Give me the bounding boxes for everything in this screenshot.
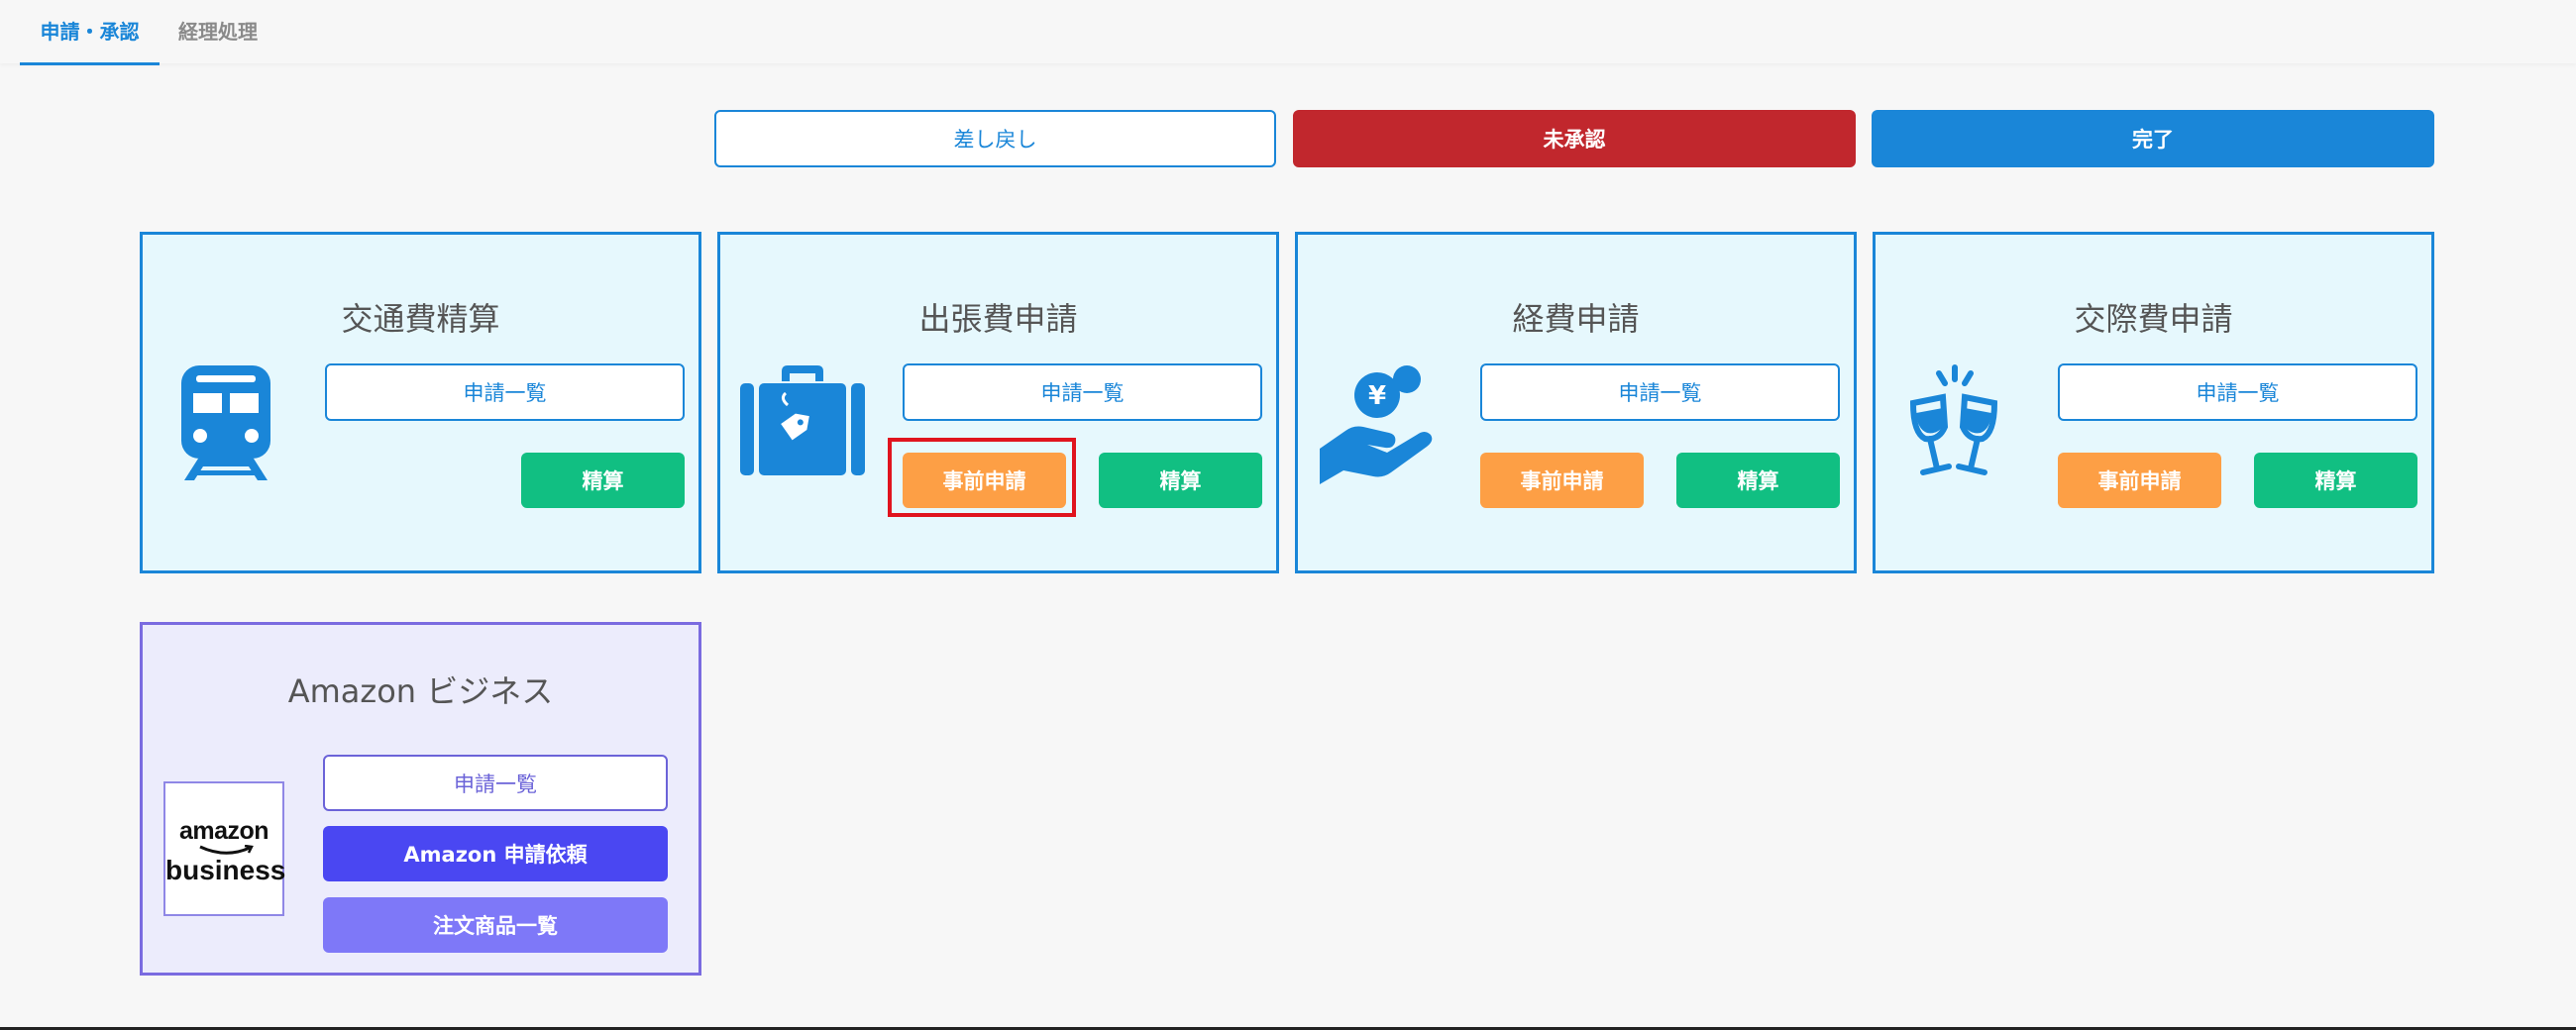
settle-button[interactable]: 精算: [1099, 453, 1262, 508]
tab-application-approval[interactable]: 申請・承認: [20, 0, 160, 65]
settle-button[interactable]: 精算: [2254, 453, 2417, 508]
amazon-business-logo: amazon business: [163, 781, 286, 916]
unapproved-button[interactable]: 未承認: [1293, 110, 1856, 167]
suitcase-icon: [740, 363, 865, 477]
card-entertainment: 交際費申請 申請一覧 事前申請 精算: [1873, 232, 2434, 573]
ordered-items-list-button[interactable]: 注文商品一覧: [323, 897, 668, 953]
svg-text:¥: ¥: [1368, 381, 1386, 411]
pre-application-button[interactable]: 事前申請: [1480, 453, 1644, 508]
pre-application-button[interactable]: 事前申請: [2058, 453, 2221, 508]
card-expense: 経費申請 ¥ 申請一覧 事前申請 精算: [1295, 232, 1857, 573]
card-title: 交際費申請: [2074, 300, 2233, 338]
card-title: 交通費精算: [341, 300, 500, 338]
card-title: 出張費申請: [918, 300, 1078, 338]
card-amazon-business: Amazon ビジネス amazon business 申請一覧 Amazon …: [140, 622, 701, 976]
train-icon: [176, 363, 275, 482]
application-list-button[interactable]: 申請一覧: [1480, 363, 1840, 421]
application-list-button[interactable]: 申請一覧: [903, 363, 1262, 421]
application-list-button[interactable]: 申請一覧: [325, 363, 685, 421]
card-business-trip: 出張費申請 申請一覧 事前申請 精算: [717, 232, 1279, 573]
top-nav: 申請・承認 経理処理: [0, 0, 2576, 65]
amazon-application-list-button[interactable]: 申請一覧: [323, 755, 668, 811]
card-title: 経費申請: [1512, 300, 1640, 338]
card-transportation: 交通費精算 申請一覧 精算: [140, 232, 701, 573]
logo-text-business: business: [165, 855, 286, 885]
completed-button[interactable]: 完了: [1872, 110, 2434, 167]
card-title: Amazon ビジネス: [287, 672, 554, 710]
logo-text-amazon: amazon: [178, 817, 269, 845]
application-list-button[interactable]: 申請一覧: [2058, 363, 2417, 421]
yen-hand-icon: ¥: [1318, 363, 1441, 486]
amazon-request-button[interactable]: Amazon 申請依頼: [323, 826, 668, 881]
settle-button[interactable]: 精算: [521, 453, 685, 508]
highlight-box: [888, 438, 1076, 517]
toast-glasses-icon: [1903, 363, 2012, 482]
returned-button[interactable]: 差し戻し: [714, 110, 1276, 167]
tab-accounting[interactable]: 経理処理: [170, 0, 266, 63]
settle-button[interactable]: 精算: [1676, 453, 1840, 508]
